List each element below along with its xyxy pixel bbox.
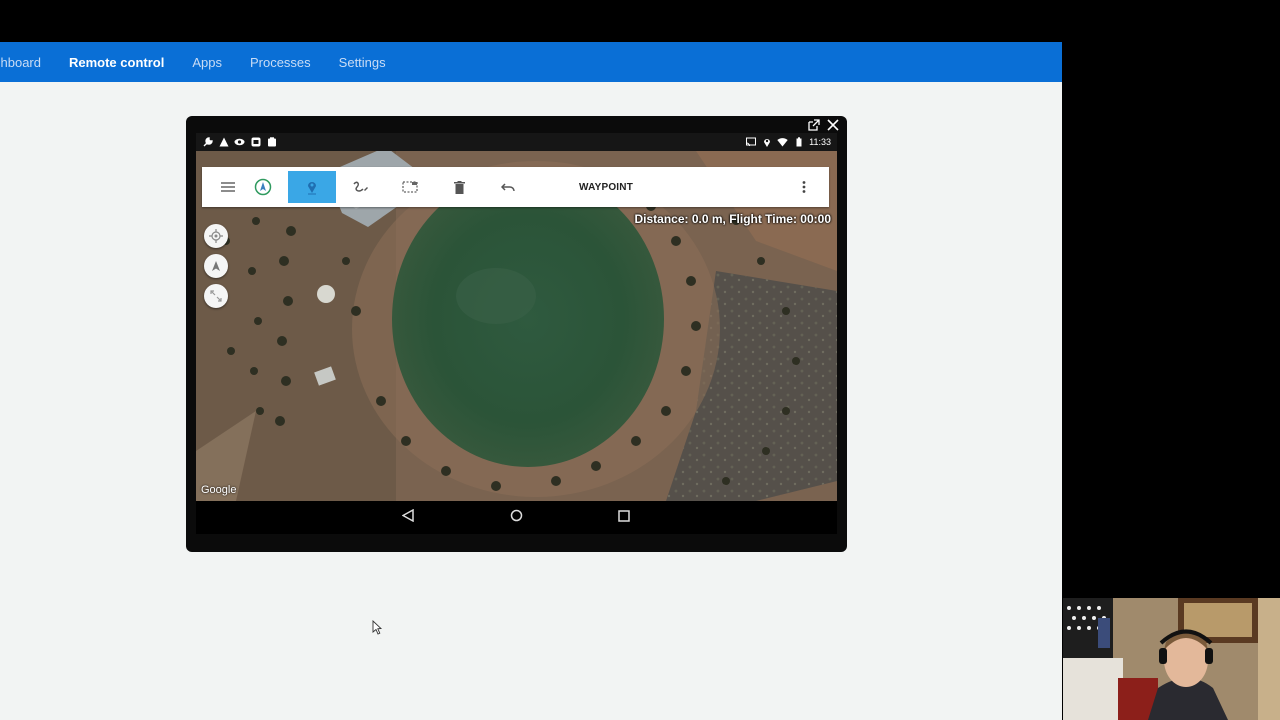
battery-icon xyxy=(793,137,804,147)
device-screen: 11:33 WAYPOINT Distance: 0.0 m, Flight T… xyxy=(196,133,837,534)
clipboard-icon xyxy=(266,137,277,147)
mouse-cursor-icon xyxy=(372,619,383,640)
undo-icon[interactable] xyxy=(484,171,532,203)
draw-path-icon[interactable] xyxy=(337,171,385,203)
fit-bounds-icon[interactable] xyxy=(204,284,228,308)
webcam-video-frame xyxy=(1063,598,1280,720)
status-time: 11:33 xyxy=(809,137,831,147)
distance-flight-time: Distance: 0.0 m, Flight Time: 00:00 xyxy=(634,212,831,226)
device-window: 11:33 WAYPOINT Distance: 0.0 m, Flight T… xyxy=(186,116,847,552)
screen-stage: shboard Remote control Apps Processes Se… xyxy=(0,0,1280,720)
popout-icon[interactable] xyxy=(807,119,820,132)
android-status-bar: 11:33 xyxy=(196,133,837,151)
menu-icon[interactable] xyxy=(208,171,248,203)
home-icon[interactable] xyxy=(507,509,525,525)
nav-apps[interactable]: Apps xyxy=(192,55,222,70)
recents-icon[interactable] xyxy=(615,509,633,525)
eye-icon xyxy=(234,137,245,147)
web-page: shboard Remote control Apps Processes Se… xyxy=(0,42,1062,720)
location-icon xyxy=(761,137,772,147)
mission-toolbar: WAYPOINT xyxy=(202,167,829,207)
app-icon xyxy=(250,137,261,147)
nav-processes[interactable]: Processes xyxy=(250,55,311,70)
back-icon[interactable] xyxy=(399,508,417,525)
wifi-icon xyxy=(777,137,788,147)
mode-title: WAYPOINT xyxy=(579,181,634,193)
select-area-icon[interactable] xyxy=(386,171,434,203)
wrench-icon xyxy=(202,137,213,147)
overflow-menu-icon[interactable] xyxy=(780,171,828,203)
map-attribution: Google xyxy=(201,484,237,496)
my-location-icon[interactable] xyxy=(204,224,228,248)
cast-icon xyxy=(745,137,756,147)
nav-dashboard[interactable]: shboard xyxy=(0,55,41,70)
navigate-icon[interactable] xyxy=(204,254,228,278)
waypoint-icon[interactable] xyxy=(288,171,336,203)
close-icon[interactable] xyxy=(826,119,839,132)
top-navbar: shboard Remote control Apps Processes Se… xyxy=(0,42,1062,82)
nav-remote-control[interactable]: Remote control xyxy=(69,55,164,70)
android-nav-bar xyxy=(196,501,837,534)
window-controls xyxy=(807,119,839,132)
warning-icon xyxy=(218,137,229,147)
compass-icon[interactable] xyxy=(248,171,278,203)
webcam-overlay xyxy=(1063,598,1280,720)
satellite-map[interactable]: WAYPOINT Distance: 0.0 m, Flight Time: 0… xyxy=(196,151,837,501)
nav-settings[interactable]: Settings xyxy=(339,55,386,70)
delete-icon[interactable] xyxy=(435,171,483,203)
